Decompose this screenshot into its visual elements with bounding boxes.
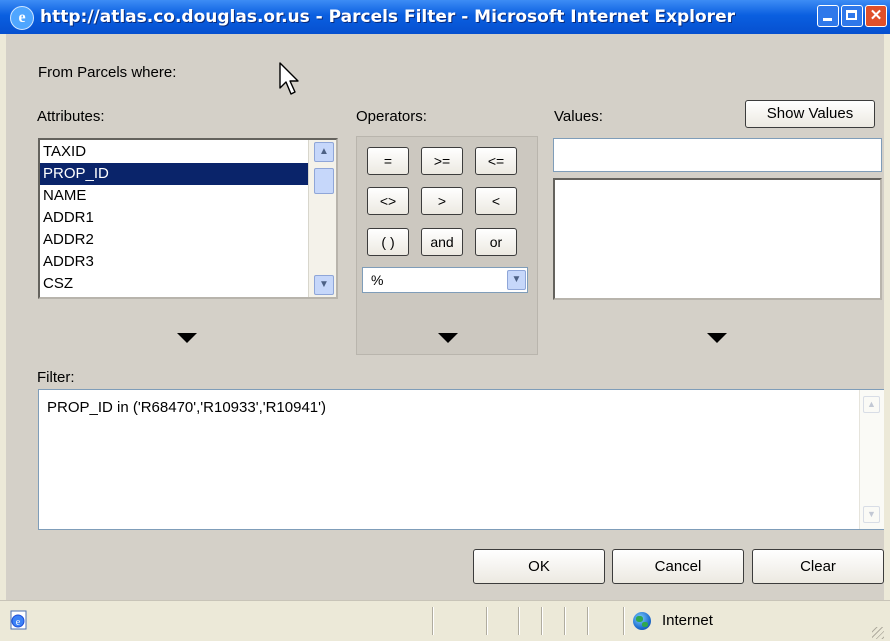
operators-panel: = >= <= <> > < ( ) and or % ▼ xyxy=(356,136,538,355)
attributes-label: Attributes: xyxy=(37,108,105,125)
scroll-down-icon[interactable]: ▼ xyxy=(314,275,334,295)
operator-gte-button[interactable]: >= xyxy=(421,147,463,175)
maximize-button[interactable] xyxy=(841,5,863,27)
filter-scrollbar[interactable]: ▲ ▼ xyxy=(859,390,884,529)
svg-text:e: e xyxy=(16,617,21,628)
scroll-down-icon[interactable]: ▼ xyxy=(863,506,880,523)
title-bar[interactable]: e http://atlas.co.douglas.or.us - Parcel… xyxy=(0,0,890,34)
close-icon: ✕ xyxy=(869,7,883,24)
status-divider xyxy=(587,607,588,635)
scroll-up-icon[interactable]: ▲ xyxy=(314,142,334,162)
operator-less-than-button[interactable]: < xyxy=(475,187,517,215)
filter-text: PROP_ID in ('R68470','R10933','R10941') xyxy=(47,399,327,416)
from-parcels-label: From Parcels where: xyxy=(38,64,177,81)
minimize-icon xyxy=(823,18,832,21)
parcels-filter-dialog: From Parcels where: Attributes: TAXID PR… xyxy=(6,34,884,600)
attributes-listbox[interactable]: TAXID PROP_ID NAME ADDR1 ADDR2 ADDR3 CSZ… xyxy=(38,138,338,299)
internet-explorer-icon: e xyxy=(10,6,34,30)
values-input[interactable] xyxy=(553,138,882,172)
minimize-button[interactable] xyxy=(817,5,839,27)
maximize-icon xyxy=(846,10,857,20)
attributes-list: TAXID PROP_ID NAME ADDR1 ADDR2 ADDR3 CSZ xyxy=(40,141,308,295)
operator-not-equal-button[interactable]: <> xyxy=(367,187,409,215)
status-divider xyxy=(623,607,624,635)
values-listbox[interactable] xyxy=(553,178,882,300)
operator-select-value: % xyxy=(371,272,384,288)
status-divider xyxy=(564,607,565,635)
globe-icon xyxy=(633,612,651,630)
operator-equals-button[interactable]: = xyxy=(367,147,409,175)
cancel-button[interactable]: Cancel xyxy=(612,549,744,584)
attributes-scrollbar[interactable]: ▲ ▼ xyxy=(308,140,336,297)
attributes-insert-arrow-icon[interactable] xyxy=(177,333,197,343)
clear-button[interactable]: Clear xyxy=(752,549,884,584)
operators-label: Operators: xyxy=(356,108,427,125)
status-divider xyxy=(518,607,519,635)
status-bar: e Internet xyxy=(0,600,890,641)
operator-or-button[interactable]: or xyxy=(475,228,517,256)
attribute-item-addr2[interactable]: ADDR2 xyxy=(40,229,308,251)
status-divider xyxy=(541,607,542,635)
values-insert-arrow-icon[interactable] xyxy=(707,333,727,343)
attribute-item-taxid[interactable]: TAXID xyxy=(40,141,308,163)
ok-button[interactable]: OK xyxy=(473,549,605,584)
operators-insert-arrow-icon[interactable] xyxy=(438,333,458,343)
show-values-button[interactable]: Show Values xyxy=(745,100,875,128)
internet-zone-label: Internet xyxy=(662,612,713,629)
mouse-cursor-icon xyxy=(279,62,299,95)
values-label: Values: xyxy=(554,108,603,125)
resize-grip-icon[interactable] xyxy=(872,627,884,639)
attribute-item-prop-id[interactable]: PROP_ID xyxy=(40,163,308,185)
attribute-item-addr3[interactable]: ADDR3 xyxy=(40,251,308,273)
operator-greater-than-button[interactable]: > xyxy=(421,187,463,215)
attribute-item-csz[interactable]: CSZ xyxy=(40,273,308,295)
filter-label: Filter: xyxy=(37,369,75,386)
status-divider xyxy=(486,607,487,635)
page-document-icon: e xyxy=(8,609,30,631)
filter-textarea[interactable]: PROP_ID in ('R68470','R10933','R10941') … xyxy=(38,389,884,530)
attribute-item-addr1[interactable]: ADDR1 xyxy=(40,207,308,229)
scroll-up-icon[interactable]: ▲ xyxy=(863,396,880,413)
status-divider xyxy=(432,607,433,635)
close-button[interactable]: ✕ xyxy=(865,5,887,27)
operator-parentheses-button[interactable]: ( ) xyxy=(367,228,409,256)
operator-and-button[interactable]: and xyxy=(421,228,463,256)
operator-lte-button[interactable]: <= xyxy=(475,147,517,175)
operator-select[interactable]: % ▼ xyxy=(362,267,528,293)
chevron-down-icon[interactable]: ▼ xyxy=(507,270,526,290)
window-title: http://atlas.co.douglas.or.us - Parcels … xyxy=(40,7,735,27)
scroll-thumb[interactable] xyxy=(314,168,334,194)
attribute-item-name[interactable]: NAME xyxy=(40,185,308,207)
